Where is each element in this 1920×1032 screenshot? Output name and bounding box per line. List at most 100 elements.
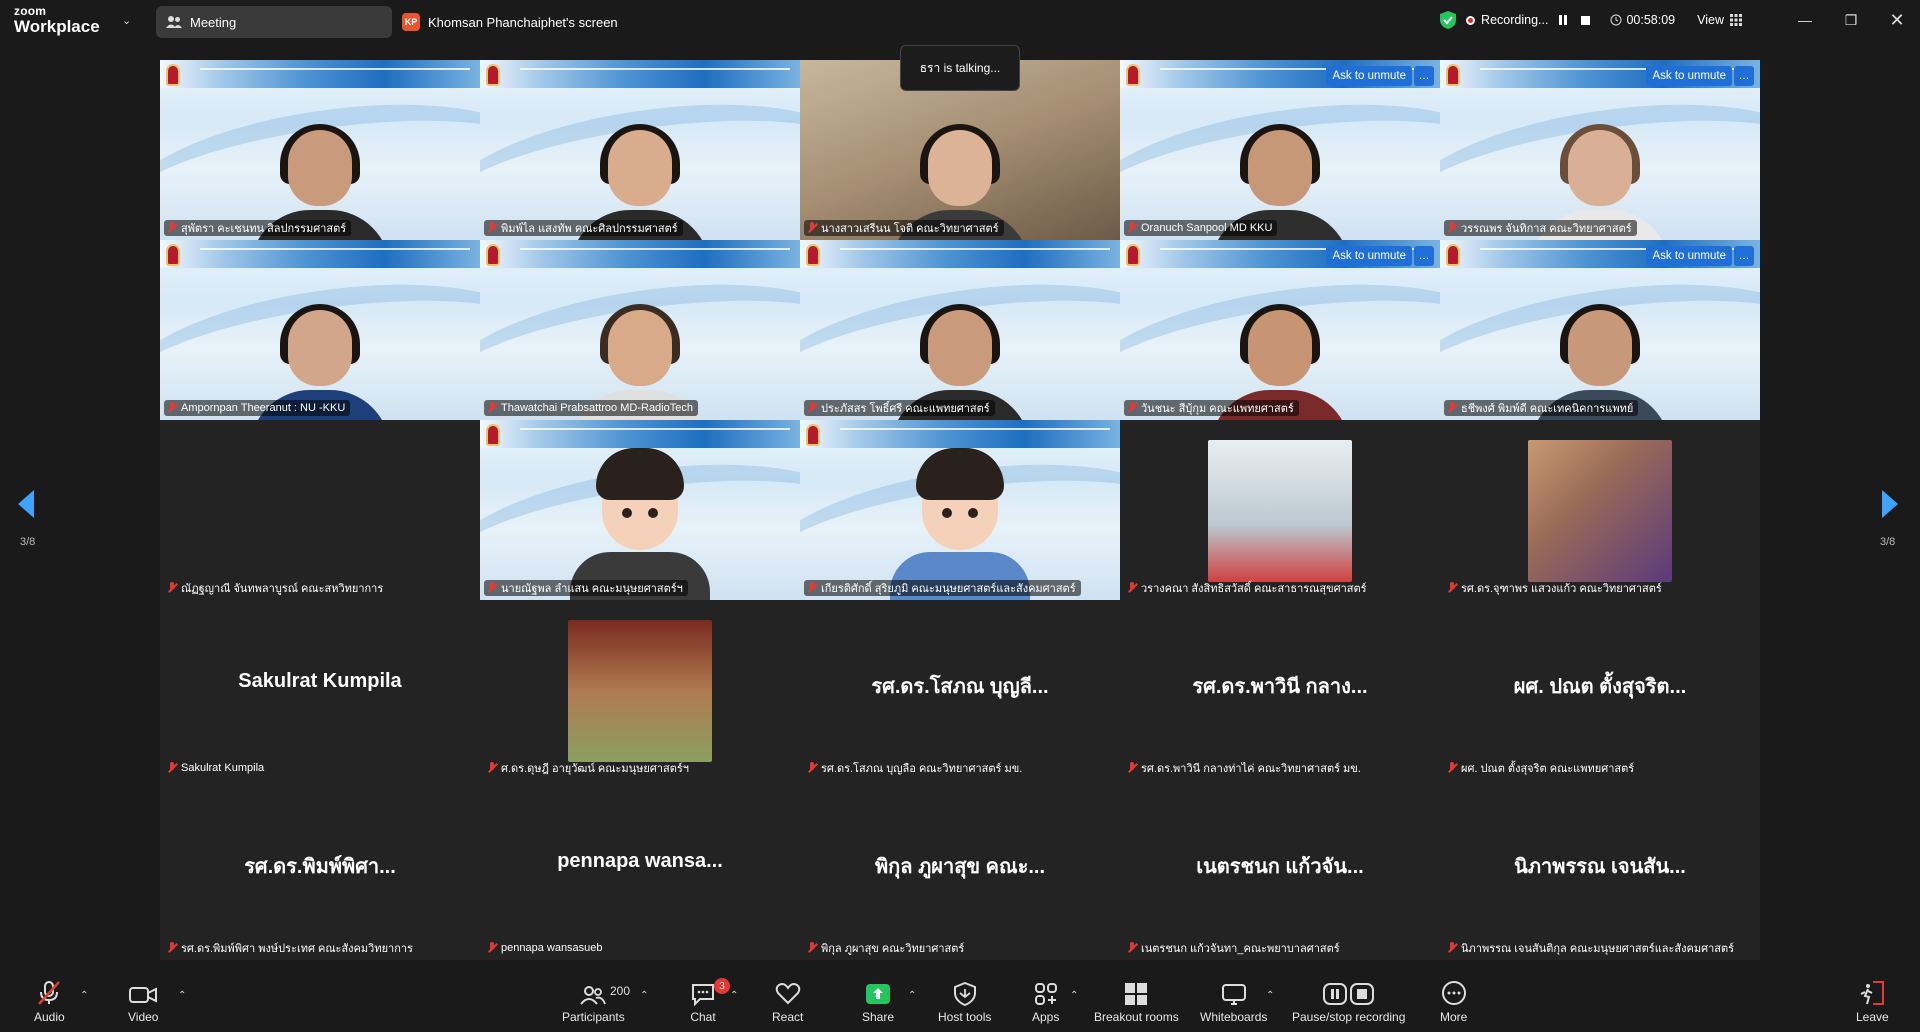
participant-tile[interactable]: นิภาพรรณ เจนสัน... นิภาพรรณ เจนสันติกุล ค…	[1440, 780, 1760, 960]
participant-tile[interactable]: Sakulrat Kumpila Sakulrat Kumpila	[160, 600, 480, 780]
stop-recording-icon[interactable]	[1578, 13, 1592, 27]
pause-stop-recording-button[interactable]: Pause/stop recording	[1292, 980, 1405, 1024]
participant-display-name: พิกุล ภูผาสุข คณะ...	[874, 856, 1046, 878]
restore-icon[interactable]: ❐	[1828, 0, 1874, 40]
prev-page-button[interactable]	[18, 490, 42, 518]
view-button[interactable]: View	[1697, 13, 1742, 27]
tile-more-options-icon[interactable]: …	[1414, 66, 1434, 86]
mic-muted-icon	[167, 402, 177, 414]
leave-label: Leave	[1856, 1010, 1889, 1024]
apps-button[interactable]: Apps	[1032, 980, 1059, 1024]
video-options-caret[interactable]: ⌃	[178, 990, 186, 1001]
apps-label: Apps	[1032, 1010, 1060, 1024]
participant-tile[interactable]: Ampornpan Theeranut : NU -KKU	[160, 240, 480, 420]
participant-tile[interactable]: วรางคณา สังสิทธิสวัสดิ์ คณะสาธารณสุขศาสต…	[1120, 420, 1440, 600]
ask-to-unmute-button[interactable]: Ask to unmute	[1646, 246, 1732, 266]
participant-tile[interactable]: Ask to unmute… Oranuch Sanpool MD KKU	[1120, 60, 1440, 240]
participants-count: 200	[610, 984, 631, 998]
video-gallery: สุพัตรา คะเชนทน สิลปกรรมศาสตร์ พิมพ์ไล แส…	[160, 60, 1760, 960]
audio-options-caret[interactable]: ⌃	[80, 990, 88, 1001]
mic-muted-icon	[1447, 402, 1457, 414]
tab-shared-screen[interactable]: KP Khomsan Phanchaiphet's screen	[402, 6, 618, 38]
react-button[interactable]: React	[772, 980, 803, 1024]
tab-meeting-label: Meeting	[190, 14, 237, 30]
participant-name: นายณัฐพล ลำแสน คณะมนุษยศาสตร์ฯ	[501, 583, 683, 595]
mic-muted-icon	[1127, 582, 1137, 594]
breakout-rooms-button[interactable]: Breakout rooms	[1094, 980, 1179, 1024]
logo-zoom-text: zoom	[14, 4, 47, 18]
tab-meeting[interactable]: Meeting	[156, 6, 392, 38]
whiteboards-options-caret[interactable]: ⌃	[1266, 990, 1274, 1001]
participant-tile[interactable]: Ask to unmute… วรรณพร จันทิกาส คณะวิทยาศา…	[1440, 60, 1760, 240]
participant-tile[interactable]: pennapa wansa... pennapa wansasueb	[480, 780, 800, 960]
participant-tile[interactable]: ผศ. ปณต ตั้งสุจริต... ผศ. ปณต ตั้งสุจริต …	[1440, 600, 1760, 780]
participant-tile[interactable]: ศ.ดร.ดุษฎี อายุวัฒน์ คณะมนุษยศาสตร์ฯ	[480, 600, 800, 780]
chat-button[interactable]: 3 Chat	[690, 978, 730, 1024]
host-tools-button[interactable]: Host tools	[938, 980, 991, 1024]
audio-button[interactable]: Audio	[34, 980, 65, 1024]
shared-slide-banner	[160, 240, 480, 268]
participant-tile[interactable]: รศ.ดร.พาวินี กลาง... รศ.ดร.พาวินี กลางท่า…	[1120, 600, 1440, 780]
video-button[interactable]: Video	[128, 980, 158, 1024]
participants-options-caret[interactable]: ⌃	[640, 990, 648, 1001]
zoom-logo[interactable]: zoom Workplace	[14, 5, 100, 35]
ask-to-unmute-button[interactable]: Ask to unmute	[1326, 246, 1412, 266]
tile-more-options-icon[interactable]: …	[1734, 66, 1754, 86]
participant-tile[interactable]: Ask to unmute… ธชีพงศ์ พิมพ์ดี คณะเทคนิคก…	[1440, 240, 1760, 420]
minimize-icon[interactable]: —	[1782, 0, 1828, 40]
mic-muted-icon	[487, 942, 497, 954]
ask-to-unmute-button[interactable]: Ask to unmute	[1646, 66, 1732, 86]
participant-tile[interactable]: Ask to unmute… วันชนะ สีบุ้กุม คณะแพทยศาส…	[1120, 240, 1440, 420]
chat-options-caret[interactable]: ⌃	[730, 990, 738, 1001]
participant-tile[interactable]: นายณัฐพล ลำแสน คณะมนุษยศาสตร์ฯ	[480, 420, 800, 600]
apps-options-caret[interactable]: ⌃	[1070, 990, 1078, 1001]
participant-tile[interactable]: Thawatchai Prabsattroo MD-RadioTech	[480, 240, 800, 420]
participant-tile[interactable]: รศ.ดร.โสภณ บุญลี... รศ.ดร.โสภณ บุญลือ คณะ…	[800, 600, 1120, 780]
tile-more-options-icon[interactable]: …	[1734, 246, 1754, 266]
more-button[interactable]: More	[1440, 980, 1467, 1024]
mic-muted-icon	[167, 942, 177, 954]
close-icon[interactable]: ✕	[1874, 0, 1920, 40]
participant-tile[interactable]: รศ.ดร.จุฑาพร แสวงแก้ว คณะวิทยาศาสตร์	[1440, 420, 1760, 600]
participant-name: Thawatchai Prabsattroo MD-RadioTech	[501, 402, 693, 414]
pause-recording-icon[interactable]	[1556, 13, 1570, 27]
participant-tile[interactable]: ประภัสสร โพธิ์ศรี คณะแพทยศาสตร์	[800, 240, 1120, 420]
next-page-button[interactable]	[1882, 490, 1906, 518]
participant-name: สุพัตรา คะเชนทน สิลปกรรมศาสตร์	[181, 223, 347, 235]
mic-muted-icon	[1127, 402, 1137, 414]
share-options-caret[interactable]: ⌃	[908, 990, 916, 1001]
participant-tile[interactable]: รศ.ดร.พิมพ์พิศา... รศ.ดร.พิมพ์พิศา พงษ์ปร…	[160, 780, 480, 960]
participant-display-name: รศ.ดร.พาวินี กลาง...	[1192, 676, 1368, 698]
participant-name: วรางคณา สังสิทธิสวัสดิ์ คณะสาธารณสุขศาสต…	[1141, 583, 1367, 595]
participant-name-tag: รศ.ดร.โสภณ บุญลือ คณะวิทยาศาสตร์ มข.	[804, 760, 1027, 776]
university-crest-icon	[1126, 244, 1140, 266]
shared-slide-banner	[800, 420, 1120, 448]
university-crest-icon	[806, 424, 820, 446]
tile-more-options-icon[interactable]: …	[1414, 246, 1434, 266]
participant-name: รศ.ดร.พิมพ์พิศา พงษ์ประเทศ คณะสังคมวิทยา…	[181, 943, 413, 955]
encryption-shield-icon[interactable]	[1440, 11, 1457, 29]
leave-button[interactable]: Leave	[1856, 980, 1889, 1024]
participant-name: พิกุล ภูผาสุข คณะวิทยาศาสตร์	[821, 943, 965, 955]
chat-label: Chat	[690, 1010, 716, 1024]
participant-tile[interactable]: ณัฏฐญาณี จันทพลาบูรณ์ คณะสหวิทยาการ	[160, 420, 480, 600]
grid-icon	[1730, 14, 1742, 26]
more-icon	[1441, 981, 1466, 1005]
participant-name: วรรณพร จันทิกาส คณะวิทยาศาสตร์	[1461, 223, 1632, 235]
share-button[interactable]: Share	[862, 980, 894, 1024]
participant-tile[interactable]: เนตรชนก แก้วจัน... เนตรชนก แก้วจันทา_คณะพ…	[1120, 780, 1440, 960]
ask-to-unmute-button[interactable]: Ask to unmute	[1326, 66, 1412, 86]
participant-tile[interactable]: สุพัตรา คะเชนทน สิลปกรรมศาสตร์	[160, 60, 480, 240]
participant-tile[interactable]: พิกุล ภูผาสุข คณะ... พิกุล ภูผาสุข คณะวิท…	[800, 780, 1120, 960]
participant-name-tag: นางสาวเสรีนน โจติ คณะวิทยาศาสตร์	[804, 220, 1004, 236]
university-crest-icon	[486, 424, 500, 446]
participant-name-tag: Ampornpan Theeranut : NU -KKU	[164, 400, 351, 416]
participant-tile[interactable]: เกียรติศักดิ์ สุริยภูมิ คณะมนุษยศาสตร์แล…	[800, 420, 1120, 600]
chevron-down-icon[interactable]: ⌄	[122, 14, 131, 27]
participant-name: Sakulrat Kumpila	[181, 762, 265, 774]
participant-tile[interactable]: พิมพ์ไล แสงทัพ คณะศิลปกรรมศาสตร์	[480, 60, 800, 240]
whiteboards-button[interactable]: Whiteboards	[1200, 980, 1267, 1024]
university-crest-icon	[486, 64, 500, 86]
breakout-rooms-icon	[1125, 983, 1148, 1005]
participant-name: รศ.ดร.โสภณ บุญลือ คณะวิทยาศาสตร์ มข.	[821, 763, 1023, 775]
